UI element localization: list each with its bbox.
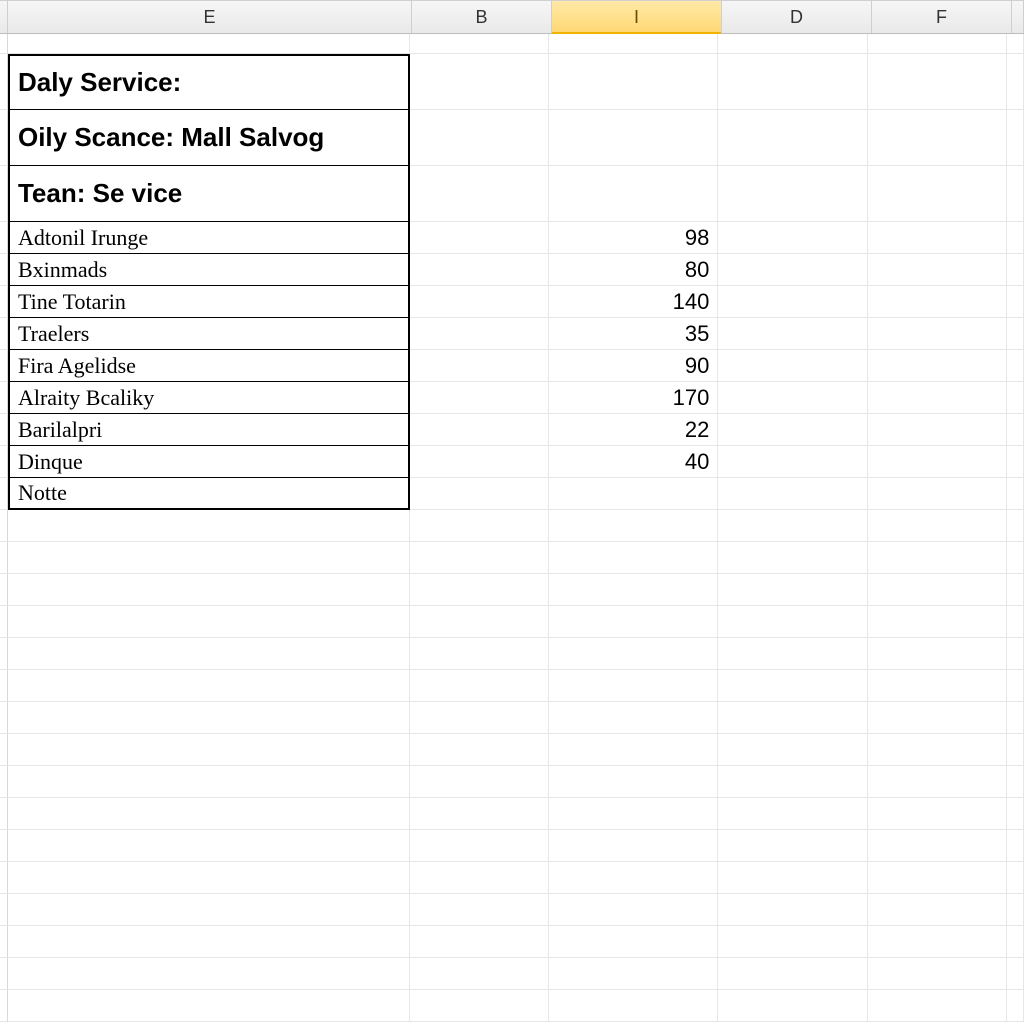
blank-row[interactable]: [0, 34, 1024, 54]
table-row[interactable]: Traelers 35: [0, 318, 1024, 350]
column-header-E[interactable]: E: [8, 1, 412, 33]
column-header-B[interactable]: B: [412, 1, 552, 33]
value-cell[interactable]: 40: [549, 446, 718, 478]
value-cell[interactable]: 98: [549, 222, 718, 254]
table-row[interactable]: Adtonil Irunge 98: [0, 222, 1024, 254]
value-cell[interactable]: 170: [549, 382, 718, 414]
label-cell[interactable]: Fira Agelidse: [8, 350, 410, 382]
label-cell[interactable]: Tine Totarin: [8, 286, 410, 318]
label-cell[interactable]: Dinque: [8, 446, 410, 478]
blank-row[interactable]: [0, 670, 1024, 702]
table-row[interactable]: Alraity Bcaliky 170: [0, 382, 1024, 414]
header-row-2[interactable]: Oily Scance: Mall Salvog: [0, 110, 1024, 166]
blank-row[interactable]: [0, 734, 1024, 766]
blank-row[interactable]: [0, 606, 1024, 638]
value-cell[interactable]: 22: [549, 414, 718, 446]
header-row-3[interactable]: Tean: Se vice: [0, 166, 1024, 222]
header-line-2[interactable]: Oily Scance: Mall Salvog: [8, 110, 410, 166]
column-header-overflow[interactable]: [1012, 1, 1024, 33]
blank-row[interactable]: [0, 510, 1024, 542]
column-header-F[interactable]: F: [872, 1, 1012, 33]
label-cell[interactable]: Notte: [8, 478, 410, 510]
blank-row[interactable]: [0, 926, 1024, 958]
blank-row[interactable]: [0, 894, 1024, 926]
label-cell[interactable]: Barilalpri: [8, 414, 410, 446]
blank-row[interactable]: [0, 638, 1024, 670]
label-cell[interactable]: Adtonil Irunge: [8, 222, 410, 254]
value-cell[interactable]: 140: [549, 286, 718, 318]
spreadsheet: E B I D F Daly Service:: [0, 0, 1024, 1024]
header-row-1[interactable]: Daly Service:: [0, 54, 1024, 110]
grid[interactable]: Daly Service: Oily Scance: Mall Salvog T…: [0, 34, 1024, 1024]
table-row[interactable]: Barilalpri 22: [0, 414, 1024, 446]
table-row[interactable]: Notte: [0, 478, 1024, 510]
blank-row[interactable]: [0, 766, 1024, 798]
header-line-1[interactable]: Daly Service:: [8, 54, 410, 110]
column-header-row: E B I D F: [0, 0, 1024, 34]
label-cell[interactable]: Bxinmads: [8, 254, 410, 286]
table-row[interactable]: Bxinmads 80: [0, 254, 1024, 286]
label-cell[interactable]: Alraity Bcaliky: [8, 382, 410, 414]
value-cell[interactable]: 80: [549, 254, 718, 286]
blank-row[interactable]: [0, 830, 1024, 862]
blank-row[interactable]: [0, 702, 1024, 734]
blank-row[interactable]: [0, 862, 1024, 894]
table-row[interactable]: Tine Totarin 140: [0, 286, 1024, 318]
blank-row[interactable]: [0, 798, 1024, 830]
label-cell[interactable]: Traelers: [8, 318, 410, 350]
table-row[interactable]: Dinque 40: [0, 446, 1024, 478]
row-gutter-header: [0, 1, 8, 33]
blank-row[interactable]: [0, 542, 1024, 574]
blank-row[interactable]: [0, 958, 1024, 990]
blank-row[interactable]: [0, 990, 1024, 1022]
table-row[interactable]: Fira Agelidse 90: [0, 350, 1024, 382]
column-header-D[interactable]: D: [722, 1, 872, 33]
value-cell[interactable]: [549, 478, 718, 510]
column-header-I[interactable]: I: [552, 1, 722, 33]
value-cell[interactable]: 90: [549, 350, 718, 382]
header-line-3[interactable]: Tean: Se vice: [8, 166, 410, 222]
blank-row[interactable]: [0, 574, 1024, 606]
value-cell[interactable]: 35: [549, 318, 718, 350]
